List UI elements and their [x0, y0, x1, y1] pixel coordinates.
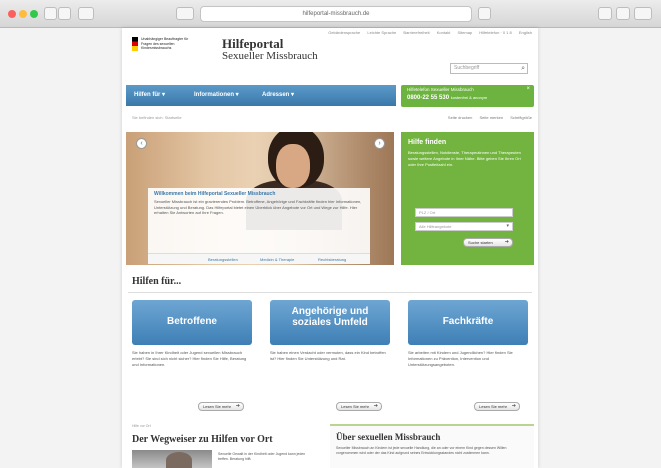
- utility-link[interactable]: Leichte Sprache: [367, 30, 396, 35]
- plz-placeholder: PLZ / Ort: [419, 210, 436, 215]
- read-more-label: Lesen Sie mehr: [479, 404, 508, 409]
- new-tab-button[interactable]: [616, 7, 630, 20]
- downloads-button[interactable]: [634, 7, 652, 20]
- federal-eagle-icon: [132, 37, 138, 51]
- bookmark-link[interactable]: Seite merken: [480, 115, 504, 120]
- utility-navigation: Gebärdensprache Leichte Sprache Barriere…: [322, 30, 532, 35]
- card-betroffene[interactable]: Betroffene: [132, 300, 252, 345]
- utility-link[interactable]: Sitemap: [457, 30, 472, 35]
- about-title[interactable]: Über sexuellen Missbrauch: [336, 432, 440, 442]
- browser-toolbar: hilfeportal-missbrauch.de: [0, 0, 661, 28]
- divider: [128, 292, 532, 293]
- hotline-number-row: 0800-22 55 530 kostenfrei & anonym: [407, 95, 487, 101]
- card-title-line: soziales Umfeld: [292, 317, 368, 328]
- help-finder-text: Beratungsstellen, Notdienste, Therapeuti…: [408, 150, 521, 167]
- card-angehoerige[interactable]: Angehörige und soziales Umfeld: [270, 300, 390, 345]
- ministry-logo[interactable]: Unabhängiger Beauftragter für Fragen des…: [132, 36, 192, 60]
- ministry-name: Unabhängiger Beauftragter für Fragen des…: [141, 37, 189, 50]
- search-icon[interactable]: ⌕: [521, 65, 525, 73]
- card-text: Sie haben in Ihrer Kindheit oder Jugend …: [132, 350, 247, 367]
- hotline-note: kostenfrei & anonym: [450, 95, 488, 100]
- hero-tabs: Beratungsstellen Medizin & Therapie Rech…: [148, 253, 370, 264]
- section-title: Hilfen für...: [132, 276, 182, 287]
- help-finder-title: Hilfe finden: [408, 139, 447, 146]
- url-text: hilfeportal-missbrauch.de: [302, 11, 370, 17]
- search-input[interactable]: Suchbegriff ⌕: [450, 63, 528, 74]
- site-subtitle: Sexueller Missbrauch: [222, 50, 318, 62]
- main-navigation: Hilfen für ▾ Informationen ▾ Adressen ▾: [126, 85, 396, 106]
- help-finder-panel: Hilfe finden Beratungsstellen, Notdienst…: [401, 132, 534, 265]
- sidebar-button[interactable]: [78, 7, 94, 20]
- arrow-right-icon: ➔: [235, 403, 240, 409]
- arrow-right-icon: ➔: [504, 239, 509, 245]
- forward-button[interactable]: [58, 7, 71, 20]
- card-text: Sie arbeiten mit Kindern und Jugendliche…: [408, 350, 513, 367]
- card-text: Sie haben einen Verdacht oder vermuten, …: [270, 350, 386, 361]
- hero-tab-medizin[interactable]: Medizin & Therapie: [260, 257, 294, 262]
- page-tools: Seite drucken Seite merken Schriftgröße: [442, 115, 532, 120]
- utility-link[interactable]: Gebärdensprache: [328, 30, 360, 35]
- about-text: Sexueller Missbrauch an Kindern ist jede…: [336, 446, 507, 455]
- card-title: Fachkräfte: [442, 316, 494, 327]
- hero-tab-recht[interactable]: Rechtsberatung: [318, 257, 346, 262]
- offer-select[interactable]: Alle Hilfeangebote ▾: [415, 222, 513, 231]
- address-bar[interactable]: hilfeportal-missbrauch.de: [200, 6, 472, 22]
- card-fachkraefte[interactable]: Fachkräfte: [408, 300, 528, 345]
- close-window-button[interactable]: [8, 10, 16, 18]
- nav-item-adressen[interactable]: Adressen ▾: [262, 91, 294, 98]
- wegweiser-photo-person: [166, 452, 192, 468]
- nav-item-hilfen[interactable]: Hilfen für ▾: [134, 91, 165, 98]
- hotline-label: Hilfetelefon Sexueller Missbrauch: [407, 87, 474, 92]
- hero-slider: Willkommen beim Hilfeportal Sexueller Mi…: [126, 132, 394, 265]
- about-box: Über sexuellen Missbrauch Sexueller Miss…: [330, 424, 534, 468]
- utility-link[interactable]: Hilfetelefon · 0 1 8: [479, 30, 511, 35]
- back-button[interactable]: [44, 7, 57, 20]
- read-more-button[interactable]: Lesen Sie mehr ➔: [336, 402, 382, 411]
- hero-text: Sexueller Missbrauch ist ein gravierende…: [154, 199, 362, 215]
- read-more-button[interactable]: Lesen Sie mehr ➔: [474, 402, 520, 411]
- minimize-window-button[interactable]: [19, 10, 27, 18]
- nav-item-informationen[interactable]: Informationen ▾: [194, 91, 239, 98]
- breadcrumb: Sie befinden sich: Startseite: [132, 115, 182, 120]
- wegweiser-text: Sexuelle Gewalt in der Kindheit oder Jug…: [218, 452, 306, 461]
- webpage: Gebärdensprache Leichte Sprache Barriere…: [122, 28, 538, 468]
- search-placeholder: Suchbegriff: [454, 65, 480, 71]
- hotline-number: 0800-22 55 530: [407, 95, 450, 101]
- hero-caption-box: Willkommen beim Hilfeportal Sexueller Mi…: [148, 188, 370, 264]
- hero-image-face: [276, 144, 310, 188]
- hotline-box[interactable]: Hilfetelefon Sexueller Missbrauch 0800-2…: [401, 85, 534, 107]
- hero-tab-beratung[interactable]: Beratungsstellen: [208, 257, 238, 262]
- wegweiser-kicker: Hilfe vor Ort: [132, 424, 151, 428]
- share-button[interactable]: [598, 7, 612, 20]
- slider-prev-icon[interactable]: ‹: [136, 138, 147, 149]
- utility-link[interactable]: Barrierefreiheit: [403, 30, 429, 35]
- slider-next-icon[interactable]: ›: [374, 138, 385, 149]
- font-size-link[interactable]: Schriftgröße: [510, 115, 532, 120]
- utility-link[interactable]: Kontakt: [437, 30, 451, 35]
- read-more-button[interactable]: Lesen Sie mehr ➔: [198, 402, 244, 411]
- arrow-right-icon: ➔: [373, 403, 378, 409]
- print-link[interactable]: Seite drucken: [448, 115, 472, 120]
- arrow-right-icon: ➔: [511, 403, 516, 409]
- card-title: Betroffene: [166, 316, 217, 327]
- hero-title[interactable]: Willkommen beim Hilfeportal Sexueller Mi…: [154, 191, 275, 197]
- read-more-label: Lesen Sie mehr: [341, 404, 370, 409]
- reload-button[interactable]: [478, 7, 491, 20]
- tab-overview-button[interactable]: [176, 7, 194, 20]
- maximize-window-button[interactable]: [30, 10, 38, 18]
- chevron-down-icon: ▾: [506, 223, 509, 229]
- search-start-label: Suche starten: [468, 240, 493, 245]
- close-icon[interactable]: ×: [526, 86, 530, 92]
- wegweiser-title[interactable]: Der Wegweiser zu Hilfen vor Ort: [132, 434, 273, 445]
- read-more-label: Lesen Sie mehr: [203, 404, 232, 409]
- plz-input[interactable]: PLZ / Ort: [415, 208, 513, 217]
- language-link[interactable]: English: [519, 30, 532, 35]
- card-title-line: Angehörige und: [291, 306, 369, 317]
- search-start-button[interactable]: Suche starten ➔: [463, 238, 513, 247]
- offer-select-value: Alle Hilfeangebote: [419, 224, 452, 229]
